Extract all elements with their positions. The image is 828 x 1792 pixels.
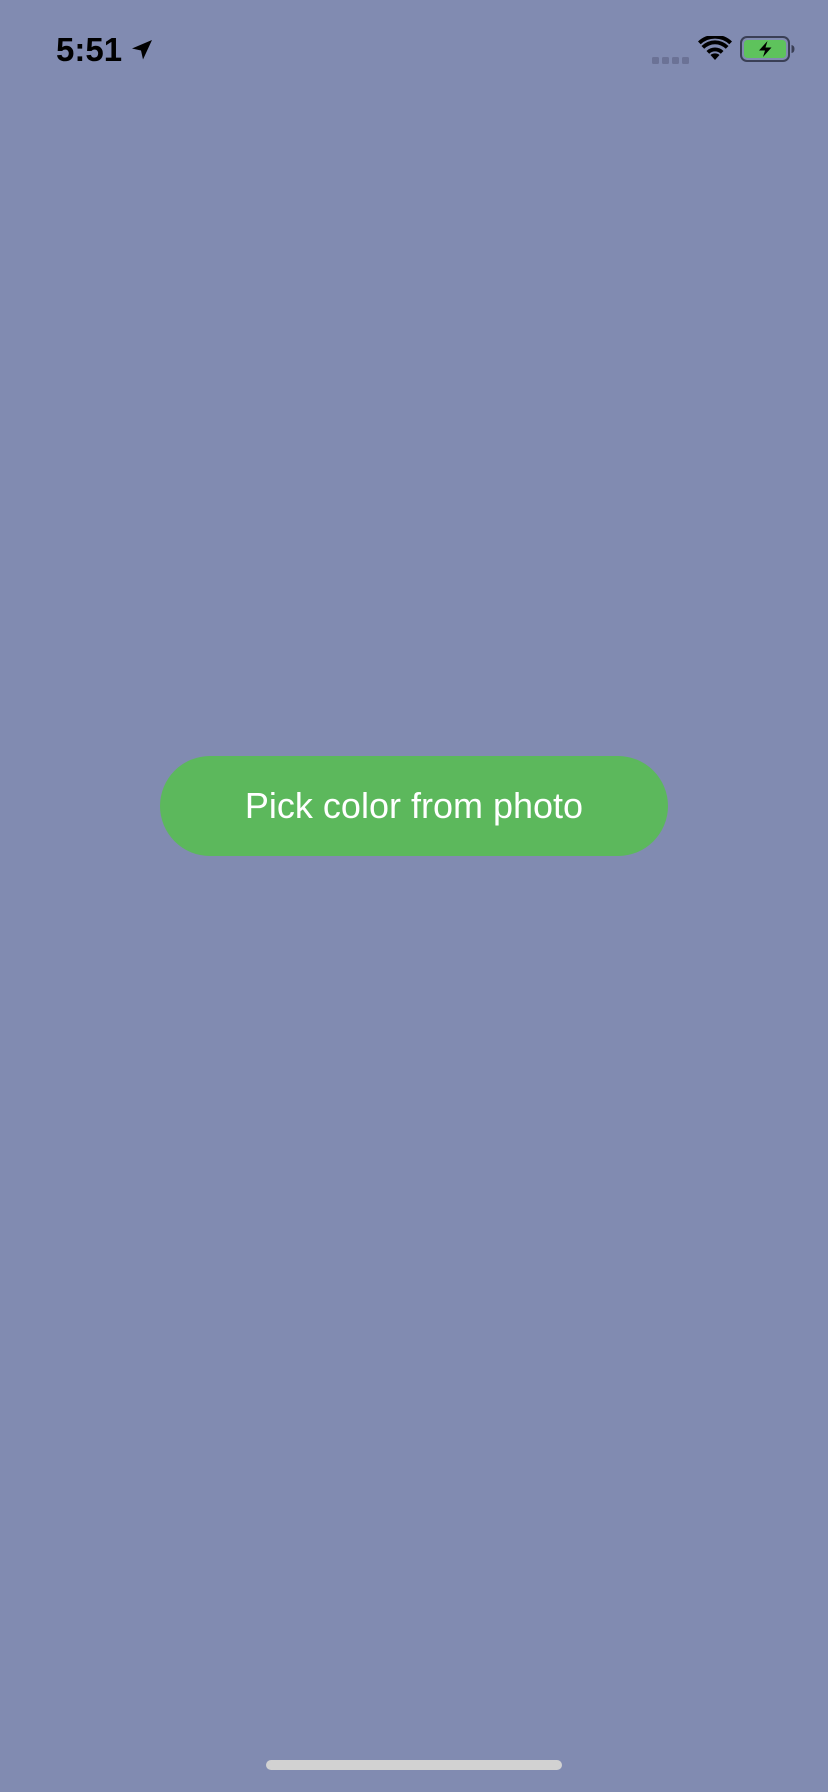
status-time-group: 5:51 (56, 28, 154, 72)
status-time: 5:51 (56, 31, 123, 68)
pick-color-from-photo-button[interactable]: Pick color from photo (160, 756, 668, 856)
battery-charging-icon (740, 36, 796, 62)
location-arrow-icon (130, 38, 154, 62)
wifi-icon (698, 34, 732, 62)
cellular-signal-icon (652, 52, 690, 64)
app-screen: 5:51 Pick color from photo (0, 0, 828, 1792)
status-bar: 5:51 (0, 0, 828, 100)
home-indicator[interactable] (266, 1760, 562, 1770)
